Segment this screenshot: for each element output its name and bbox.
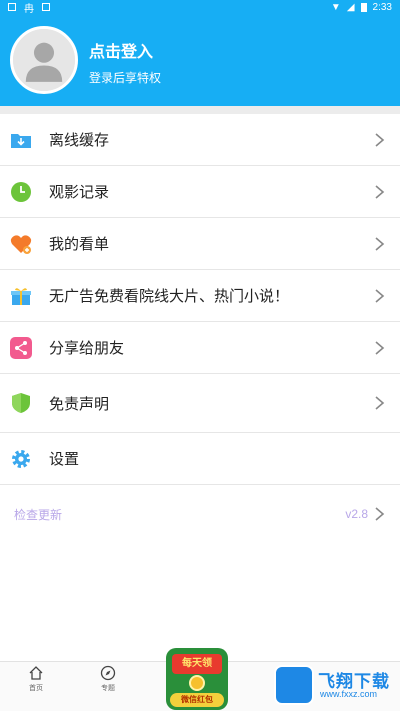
menu-item-history[interactable]: 观影记录: [0, 166, 400, 218]
login-subtitle: 登录后享特权: [89, 71, 162, 85]
chevron-right-icon: [372, 184, 386, 200]
menu-item-ad-free[interactable]: 无广告免费看院线大片、热门小说！: [0, 270, 400, 322]
user-avatar-icon[interactable]: [10, 26, 78, 94]
menu-item-offline-cache[interactable]: 离线缓存: [0, 114, 400, 166]
watermark-logo: 飞翔下载 www.fxxz.com: [274, 665, 394, 705]
menu-item-settings[interactable]: 设置: [0, 433, 400, 485]
tab-topic-label: 专题: [101, 685, 115, 692]
menu-item-label: 离线缓存: [49, 132, 110, 149]
menu-item-label: 设置: [49, 451, 80, 468]
tab-home[interactable]: 首页: [16, 665, 56, 693]
tab-home-label: 首页: [29, 685, 43, 692]
menu-item-share[interactable]: 分享给朋友: [0, 322, 400, 374]
shield-icon: [10, 392, 32, 414]
menu-list: 离线缓存 观影记录 我的看单 无广告免费看院线大片、热门小说！ 分享给朋友 免责…: [0, 114, 400, 485]
watermark-url: www.fxxz.com: [320, 689, 378, 699]
login-header[interactable]: 点击登入 登录后享特权: [0, 14, 400, 106]
heart-plus-icon: [10, 233, 32, 255]
check-update-row[interactable]: 检查更新 v2.8: [0, 487, 400, 541]
red-packet-promo-button[interactable]: 每天领 微信红包: [166, 648, 228, 710]
chevron-right-icon: [372, 288, 386, 304]
share-icon: [10, 336, 32, 359]
battery-icon: [360, 2, 367, 12]
menu-item-label: 免责声明: [49, 395, 110, 413]
notification-icon: [8, 3, 16, 11]
promo-top-text: 每天领: [172, 654, 222, 674]
menu-item-label: 观影记录: [49, 184, 110, 201]
watermark-logo-icon: [274, 665, 314, 705]
login-title[interactable]: 点击登入: [89, 38, 153, 62]
chevron-right-icon: [372, 340, 386, 356]
promo-bottom-text: 微信红包: [170, 693, 224, 707]
menu-item-disclaimer[interactable]: 免责声明: [0, 374, 400, 433]
home-icon: [29, 666, 43, 680]
chevron-right-icon: [372, 132, 386, 148]
clock-icon: [10, 181, 32, 203]
status-time: 2:33: [372, 1, 392, 13]
chevron-right-icon: [372, 236, 386, 252]
section-divider: [0, 106, 400, 114]
compass-icon: [100, 665, 116, 681]
gear-icon: [10, 448, 32, 470]
gift-box-icon: [10, 285, 32, 307]
signal-icon: ◢: [346, 1, 355, 13]
status-bar: 冉 ▼ ◢ 2:33: [0, 0, 400, 15]
download-folder-icon: [10, 129, 32, 151]
menu-item-label: 我的看单: [49, 236, 110, 253]
menu-item-watchlist[interactable]: 我的看单: [0, 218, 400, 270]
coin-icon: [189, 675, 205, 691]
menu-item-label: 分享给朋友: [49, 340, 125, 357]
notification-a-icon: [42, 3, 50, 11]
version-text: v2.8: [345, 507, 368, 521]
menu-item-label: 无广告免费看院线大片、热门小说！: [49, 288, 290, 305]
check-update-label: 检查更新: [14, 507, 63, 522]
chevron-right-icon: [372, 506, 386, 522]
app-notification-icon: 冉: [24, 3, 34, 15]
chevron-right-icon: [372, 395, 386, 411]
wifi-icon: ▼: [330, 1, 341, 13]
tab-topic[interactable]: 专题: [88, 665, 128, 693]
